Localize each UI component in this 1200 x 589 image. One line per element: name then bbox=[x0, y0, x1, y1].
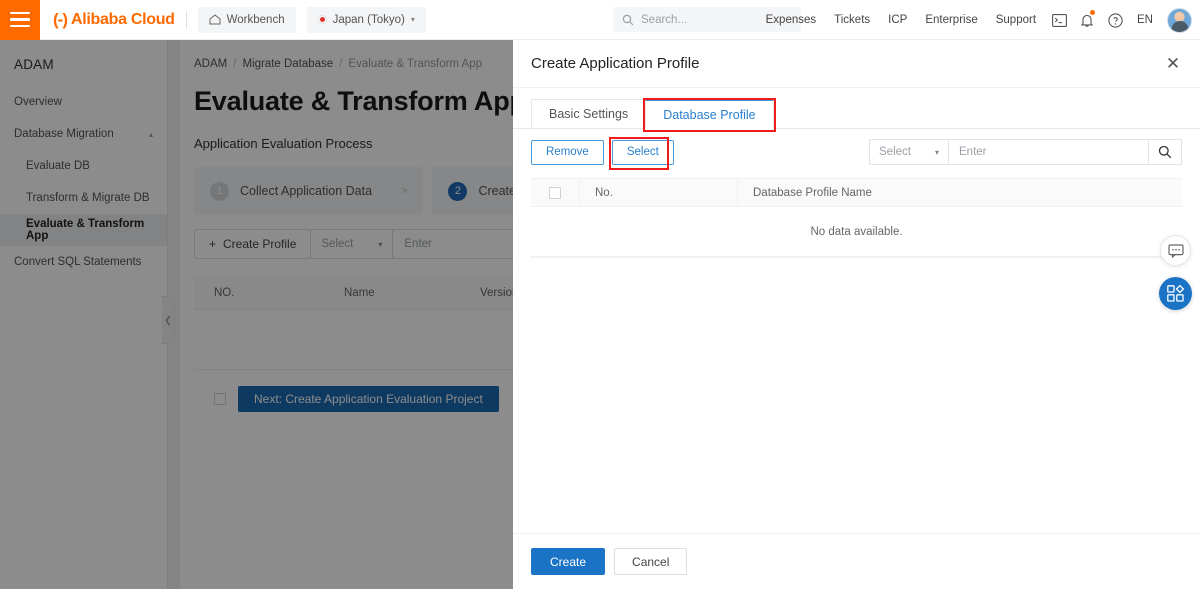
nav-link-icp[interactable]: ICP bbox=[879, 14, 916, 26]
logo-text: Alibaba Cloud bbox=[70, 10, 175, 28]
drawer-tabs: Basic Settings Database Profile bbox=[513, 98, 1200, 132]
drawer-title: Create Application Profile bbox=[531, 55, 700, 72]
drawer-footer: Create Cancel bbox=[513, 533, 1200, 589]
drawer-search-button[interactable] bbox=[1149, 139, 1182, 165]
top-header-bar: (-) Alibaba Cloud Workbench Japan (Tokyo… bbox=[0, 0, 1200, 40]
cancel-button[interactable]: Cancel bbox=[614, 548, 688, 575]
workbench-button[interactable]: Workbench bbox=[197, 6, 296, 33]
search-icon bbox=[1158, 145, 1172, 159]
drawer-filter-input[interactable]: Enter bbox=[949, 139, 1149, 165]
nav-link-support[interactable]: Support bbox=[987, 14, 1045, 26]
select-all-checkbox[interactable] bbox=[549, 186, 561, 199]
database-profile-table: No. Database Profile Name No data availa… bbox=[531, 178, 1182, 258]
table-empty-message: No data available. bbox=[531, 207, 1182, 257]
alibaba-cloud-logo[interactable]: (-) Alibaba Cloud bbox=[53, 10, 175, 30]
home-icon bbox=[209, 14, 221, 25]
header-nav-right: Expenses Tickets ICP Enterprise Support bbox=[757, 0, 1192, 40]
tab-database-profile[interactable]: Database Profile bbox=[643, 98, 776, 132]
nav-link-expenses[interactable]: Expenses bbox=[757, 14, 826, 26]
table-header-row: No. Database Profile Name bbox=[531, 178, 1182, 207]
region-label: Japan (Tokyo) bbox=[332, 13, 405, 26]
drawer-header: Create Application Profile ✕ bbox=[513, 40, 1200, 88]
tab-basic-settings[interactable]: Basic Settings bbox=[531, 99, 647, 129]
floating-action-buttons bbox=[1159, 235, 1192, 310]
column-header-no: No. bbox=[579, 178, 737, 207]
japan-flag-icon bbox=[317, 15, 327, 24]
tab-label: Basic Settings bbox=[549, 107, 629, 121]
region-selector[interactable]: Japan (Tokyo) ▾ bbox=[306, 6, 426, 33]
select-button[interactable]: Select bbox=[608, 136, 674, 170]
column-header-database-profile-name: Database Profile Name bbox=[737, 178, 1182, 207]
select-label: Select bbox=[626, 146, 659, 158]
drawer-body: Remove Select Select ▾ Enter No. Databas… bbox=[513, 129, 1200, 533]
drawer-filter-group: Select ▾ Enter bbox=[869, 139, 1182, 165]
filter-select-placeholder: Select bbox=[879, 146, 911, 158]
notification-badge bbox=[1090, 10, 1096, 15]
nav-link-tickets[interactable]: Tickets bbox=[825, 14, 879, 26]
filter-input-placeholder: Enter bbox=[959, 146, 987, 158]
divider bbox=[185, 10, 187, 29]
apps-grid-icon[interactable] bbox=[1159, 277, 1192, 310]
chevron-down-icon: ▾ bbox=[410, 15, 415, 24]
create-button[interactable]: Create bbox=[531, 548, 606, 575]
app-root: (-) Alibaba Cloud Workbench Japan (Tokyo… bbox=[0, 0, 1200, 589]
nav-link-enterprise[interactable]: Enterprise bbox=[916, 14, 986, 26]
drawer-filter-select[interactable]: Select ▾ bbox=[869, 139, 949, 165]
terminal-icon[interactable] bbox=[1045, 6, 1073, 34]
logo-mark-icon: (-) bbox=[53, 9, 68, 29]
remove-button[interactable]: Remove bbox=[531, 139, 604, 165]
language-selector[interactable]: EN bbox=[1129, 14, 1161, 26]
close-icon[interactable]: ✕ bbox=[1160, 51, 1186, 77]
drawer-toolbar: Remove Select Select ▾ Enter bbox=[531, 136, 1182, 170]
workbench-label: Workbench bbox=[226, 13, 285, 26]
avatar[interactable] bbox=[1167, 7, 1192, 33]
search-placeholder: Search... bbox=[641, 13, 688, 26]
help-circle-icon[interactable] bbox=[1101, 6, 1129, 34]
hamburger-icon[interactable] bbox=[0, 0, 40, 40]
bell-icon[interactable] bbox=[1073, 6, 1101, 34]
create-application-profile-drawer: Create Application Profile ✕ Basic Setti… bbox=[513, 40, 1200, 589]
chevron-down-icon: ▾ bbox=[934, 147, 939, 157]
tab-label: Database Profile bbox=[663, 107, 756, 122]
table-header-checkbox-cell bbox=[531, 186, 579, 199]
search-icon bbox=[622, 14, 634, 25]
chat-bubble-icon[interactable] bbox=[1160, 235, 1191, 266]
remove-label: Remove bbox=[546, 146, 589, 158]
